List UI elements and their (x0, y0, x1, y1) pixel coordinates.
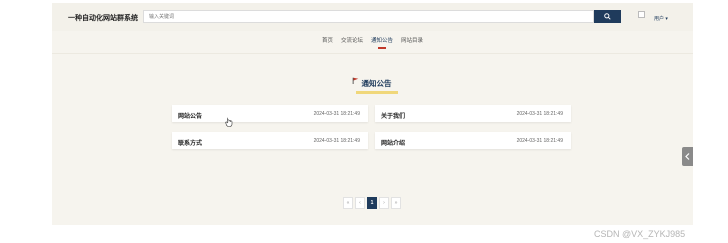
site-header: 一种自动化网站群系统 用户 ▾ (52, 3, 693, 31)
notice-date: 2024-03-31 18:21:49 (313, 138, 360, 144)
next-page-button[interactable]: › (379, 197, 389, 209)
notice-card[interactable]: 关于我们 2024-03-31 18:21:49 (375, 105, 571, 122)
notice-title[interactable]: 网站介绍 (381, 138, 405, 147)
notice-card[interactable]: 联系方式 2024-03-31 18:21:49 (172, 132, 368, 149)
divider (52, 53, 693, 54)
flag-icon (352, 77, 358, 84)
prev-page-button[interactable]: ‹ (355, 197, 365, 209)
chevron-left-icon (685, 153, 690, 160)
nav-item-forum[interactable]: 交流论坛 (341, 36, 363, 50)
watermark: CSDN @VX_ZYKJ985 (594, 229, 686, 239)
notice-card[interactable]: 网站公告 2024-03-31 18:21:49 (172, 105, 368, 122)
pagination: « ‹ 1 › » (343, 197, 401, 209)
main-nav: 首页 交流论坛 通知公告 网站目录 (52, 36, 693, 50)
last-page-button[interactable]: » (391, 197, 401, 209)
notice-date: 2024-03-31 18:21:49 (516, 111, 563, 117)
user-menu[interactable]: 用户 ▾ (654, 15, 668, 22)
side-collapse-tab[interactable] (682, 147, 693, 166)
notice-title[interactable]: 关于我们 (381, 111, 405, 120)
notice-card[interactable]: 网站介绍 2024-03-31 18:21:49 (375, 132, 571, 149)
notice-date: 2024-03-31 18:21:49 (313, 111, 360, 117)
page-button-current[interactable]: 1 (367, 197, 377, 209)
search-input[interactable] (143, 10, 594, 23)
section-title: 通知公告 (361, 79, 392, 88)
title-highlight (355, 91, 398, 94)
section-header: 通知公告 (52, 73, 693, 94)
nav-item-directory[interactable]: 网站目录 (401, 36, 423, 50)
site-title[interactable]: 一种自动化网站群系统 (68, 13, 138, 23)
search-icon (604, 13, 611, 20)
notice-title[interactable]: 联系方式 (178, 138, 202, 147)
notice-date: 2024-03-31 18:21:49 (516, 138, 563, 144)
notice-title[interactable]: 网站公告 (178, 111, 202, 120)
nav-item-home[interactable]: 首页 (322, 36, 333, 50)
hand-cursor-icon (225, 117, 233, 127)
first-page-button[interactable]: « (343, 197, 353, 209)
avatar[interactable] (638, 11, 645, 18)
search-button[interactable] (594, 10, 621, 23)
page-frame: 一种自动化网站群系统 用户 ▾ 首页 交流论坛 通知公告 网站目录 通知公告 网… (52, 3, 693, 225)
nav-item-notices[interactable]: 通知公告 (371, 36, 393, 50)
